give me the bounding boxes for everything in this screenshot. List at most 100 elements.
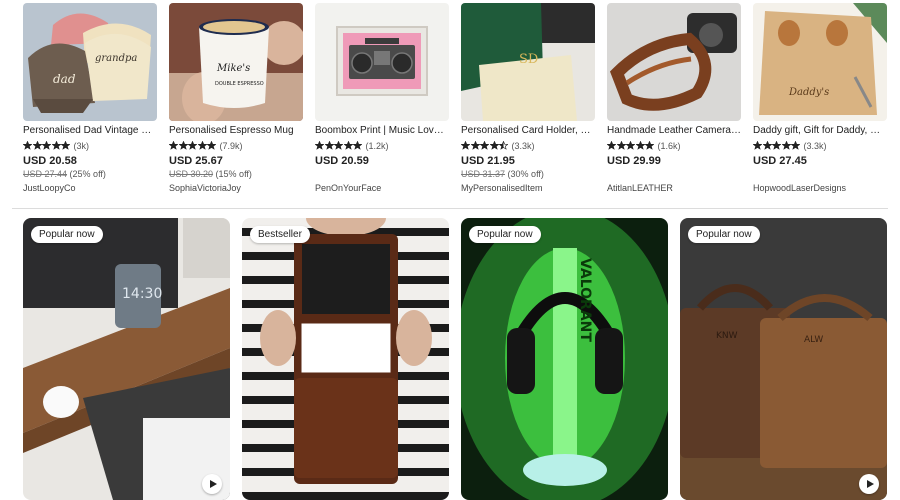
star-icon <box>762 141 772 150</box>
board-text: Daddy's <box>788 87 829 98</box>
shop-name[interactable]: SophiaVictoriaJoy <box>169 183 303 193</box>
original-price-line <box>315 169 449 180</box>
featured-tile-toiletry-bag[interactable]: Stepdaen Dad Bestseller <box>242 218 449 500</box>
review-count: (7.9k) <box>219 140 243 151</box>
listing-image-camera-strap[interactable] <box>607 3 741 121</box>
star-icon <box>616 141 626 150</box>
star-icon <box>169 141 178 150</box>
listing-card[interactable]: SD Personalised Card Holder, Le... (3.3k… <box>461 3 595 193</box>
price: USD 20.59 <box>315 155 369 167</box>
popular-now-badge: Popular now <box>469 226 541 243</box>
price: USD 20.58 <box>23 155 77 167</box>
popular-now-badge: Popular now <box>31 226 103 243</box>
listing-image-mug[interactable]: Mike's DOUBLE ESPRESSO <box>169 3 303 121</box>
star-rating-icon <box>607 141 655 150</box>
review-count: (1.6k) <box>657 140 681 151</box>
listing-card[interactable]: Mike's DOUBLE ESPRESSO Personalised Espr… <box>169 3 303 193</box>
star-icon <box>315 141 324 150</box>
rating: (3.3k) <box>753 140 887 151</box>
original-price: USD 30.20 <box>169 169 214 179</box>
listing-card[interactable]: Handmade Leather Camera S... (1.6k) USD … <box>607 3 741 193</box>
listing-title[interactable]: Handmade Leather Camera S... <box>607 125 741 137</box>
review-count: (3.3k) <box>511 140 535 151</box>
featured-tile-leather-briefcase[interactable]: KNW ALW Popular now <box>680 218 887 500</box>
listing-image-cardholder[interactable]: SD <box>461 3 595 121</box>
shop-name[interactable]: MyPersonalisedItem <box>461 183 595 193</box>
star-icon <box>42 141 51 150</box>
star-icon <box>51 141 61 150</box>
star-icon <box>461 141 470 150</box>
star-icon <box>480 141 489 150</box>
star-icon <box>626 141 635 150</box>
discount: (15% off) <box>215 169 252 179</box>
listing-title[interactable]: Personalised Card Holder, Le... <box>461 125 595 137</box>
cap-text-dad: dad <box>53 72 76 86</box>
star-icon <box>753 141 762 150</box>
play-video-icon[interactable] <box>859 474 879 494</box>
rating: (1.6k) <box>607 140 741 151</box>
listing-title[interactable]: Personalised Espresso Mug <box>169 125 303 137</box>
listing-title[interactable]: Daddy gift, Gift for Daddy, Da... <box>753 125 887 137</box>
listing-card[interactable]: Daddy's Daddy gift, Gift for Daddy, Da..… <box>753 3 887 193</box>
star-icon <box>324 141 334 150</box>
shop-name[interactable]: JustLoopyCo <box>23 183 157 193</box>
star-icon <box>781 141 791 150</box>
original-price-line: USD 30.20 (15% off) <box>169 169 303 180</box>
bag-monogram-1: KNW <box>716 331 738 341</box>
popular-now-badge: Popular now <box>688 226 760 243</box>
review-count: (3k) <box>73 140 90 151</box>
listing-title[interactable]: Personalised Dad Vintage Ca... <box>23 125 157 137</box>
listing-card[interactable]: Boombox Print | Music Lover ... (1.2k) U… <box>315 3 449 193</box>
original-price-line <box>753 169 887 180</box>
star-rating-icon <box>169 141 217 150</box>
listing-card[interactable]: dad grandpa Personalised Dad Vintage Ca.… <box>23 3 157 193</box>
play-video-icon[interactable] <box>202 474 222 494</box>
shop-name[interactable]: AtitlanLEATHER <box>607 183 741 193</box>
star-icon <box>188 141 197 150</box>
original-price-line <box>607 169 741 180</box>
star-icon <box>61 141 70 150</box>
rating: (3.3k) <box>461 140 595 151</box>
star-icon <box>470 141 480 150</box>
rating: (1.2k) <box>315 140 449 151</box>
mug-text-name: Mike's <box>216 63 250 74</box>
price: USD 29.99 <box>607 155 661 167</box>
listing-image-boombox[interactable] <box>315 3 449 121</box>
cardholder-monogram: SD <box>519 52 538 67</box>
listing-image-egg-board[interactable]: Daddy's <box>753 3 887 121</box>
price: USD 25.67 <box>169 155 223 167</box>
discount: (30% off) <box>507 169 544 179</box>
star-icon <box>178 141 188 150</box>
shop-name[interactable]: PenOnYourFace <box>315 183 449 193</box>
section-divider <box>12 208 888 209</box>
star-icon <box>607 141 616 150</box>
star-icon <box>772 141 781 150</box>
star-icon <box>489 141 499 150</box>
star-icon <box>645 141 654 150</box>
rating: (3k) <box>23 140 157 151</box>
star-icon <box>353 141 362 150</box>
recently-viewed-row: dad grandpa Personalised Dad Vintage Ca.… <box>23 3 889 203</box>
original-price-line: USD 31.37 (30% off) <box>461 169 595 180</box>
price: USD 21.95 <box>461 155 515 167</box>
mug-text-sub: DOUBLE ESPRESSO <box>215 81 264 87</box>
listing-title[interactable]: Boombox Print | Music Lover ... <box>315 125 449 137</box>
star-rating-icon <box>23 141 71 150</box>
review-count: (1.2k) <box>365 140 389 151</box>
star-icon <box>499 141 508 150</box>
bag-engraving-text: Stepdaen Dad <box>312 329 355 336</box>
listing-image-caps[interactable]: dad grandpa <box>23 3 157 121</box>
star-icon <box>635 141 645 150</box>
stand-text: VALORANT <box>577 258 593 342</box>
original-price: USD 27.44 <box>23 169 68 179</box>
star-rating-icon <box>753 141 801 150</box>
featured-tile-desk-organizer[interactable]: 14:30 Popular now <box>23 218 230 500</box>
star-icon <box>23 141 32 150</box>
original-price-line: USD 27.44 (25% off) <box>23 169 157 180</box>
star-icon <box>197 141 207 150</box>
featured-tile-headphone-stand[interactable]: VALORANT Popular now <box>461 218 668 500</box>
star-icon <box>32 141 42 150</box>
shop-name[interactable]: HopwoodLaserDesigns <box>753 183 887 193</box>
star-rating-icon <box>461 141 509 150</box>
star-icon <box>791 141 800 150</box>
